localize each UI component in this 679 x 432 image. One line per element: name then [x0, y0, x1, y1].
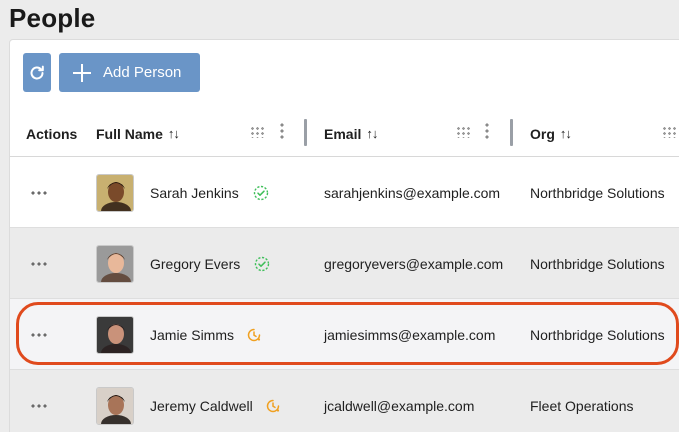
avatar-cell — [96, 228, 134, 299]
drag-handle-icon[interactable] — [250, 126, 264, 138]
org-cell: Northbridge Solutions — [530, 228, 665, 299]
pending-clock-icon — [266, 399, 279, 412]
person-email[interactable]: gregoryevers@example.com — [324, 256, 503, 272]
table-row[interactable]: Gregory Evers gregoryevers@example.com N… — [10, 228, 679, 299]
name-cell: Jamie Simms — [150, 299, 262, 370]
person-name[interactable]: Sarah Jenkins — [150, 185, 239, 201]
row-actions-cell — [30, 157, 48, 228]
add-person-button[interactable]: Add Person — [59, 53, 200, 92]
people-table-panel: Add Person Actions Full Name ↑↓ Email ↑↓… — [9, 39, 679, 432]
person-email[interactable]: jamiesimms@example.com — [324, 327, 495, 343]
refresh-icon — [30, 65, 44, 79]
column-header-org-label: Org — [530, 125, 555, 142]
column-header-actions: Actions — [26, 110, 77, 157]
column-menu-icon[interactable] — [485, 122, 489, 140]
org-cell: Northbridge Solutions — [530, 299, 665, 370]
person-email[interactable]: jcaldwell@example.com — [324, 398, 474, 414]
add-person-label: Add Person — [103, 64, 182, 81]
column-resize-handle[interactable] — [304, 119, 307, 146]
verified-badge-icon — [255, 256, 270, 271]
column-header-email-label: Email — [324, 125, 362, 142]
org-cell: Northbridge Solutions — [530, 157, 665, 228]
pending-clock-icon — [247, 328, 261, 341]
column-menu-icon[interactable] — [280, 122, 284, 140]
refresh-button[interactable] — [23, 53, 51, 92]
more-actions-icon[interactable] — [30, 332, 48, 337]
avatar — [96, 315, 134, 354]
avatar-cell — [96, 157, 134, 228]
sort-icon[interactable]: ↑↓ — [168, 126, 180, 141]
avatar — [96, 244, 134, 283]
page-title: People — [9, 3, 96, 33]
person-org: Fleet Operations — [530, 397, 634, 414]
toolbar: Add Person — [23, 53, 200, 92]
person-org: Northbridge Solutions — [530, 326, 665, 343]
row-actions-cell — [30, 370, 48, 432]
email-cell: jamiesimms@example.com — [324, 299, 495, 370]
more-actions-icon[interactable] — [30, 403, 48, 408]
person-name[interactable]: Jamie Simms — [150, 327, 234, 343]
status-indicator — [253, 185, 269, 201]
more-actions-icon[interactable] — [30, 190, 48, 195]
more-actions-icon[interactable] — [30, 261, 48, 266]
email-cell: sarahjenkins@example.com — [324, 157, 500, 228]
column-header-org[interactable]: Org ↑↓ — [530, 110, 572, 157]
person-org: Northbridge Solutions — [530, 184, 665, 201]
email-cell: gregoryevers@example.com — [324, 228, 503, 299]
table-row[interactable]: Jamie Simms jamiesimms@example.com North… — [10, 299, 679, 370]
person-org: Northbridge Solutions — [530, 255, 665, 272]
row-actions-cell — [30, 228, 48, 299]
sort-icon[interactable]: ↑↓ — [366, 126, 378, 141]
name-cell: Sarah Jenkins — [150, 157, 269, 228]
person-email[interactable]: sarahjenkins@example.com — [324, 185, 500, 201]
drag-handle-icon[interactable] — [662, 126, 676, 138]
name-cell: Gregory Evers — [150, 228, 270, 299]
name-cell: Jeremy Caldwell — [150, 370, 281, 432]
status-indicator — [265, 398, 281, 414]
status-indicator — [254, 256, 270, 272]
table-row[interactable]: Jeremy Caldwell jcaldwell@example.com Fl… — [10, 370, 679, 432]
person-name[interactable]: Jeremy Caldwell — [150, 398, 253, 414]
status-indicator — [246, 327, 262, 343]
email-cell: jcaldwell@example.com — [324, 370, 474, 432]
row-actions-cell — [30, 299, 48, 370]
table-row[interactable]: Sarah Jenkins sarahjenkins@example.com N… — [10, 157, 679, 228]
verified-badge-icon — [253, 185, 268, 200]
avatar — [96, 386, 134, 425]
org-cell: Fleet Operations — [530, 370, 634, 432]
column-header-full-name-label: Full Name — [96, 125, 163, 142]
avatar-cell — [96, 299, 134, 370]
column-header-email[interactable]: Email ↑↓ — [324, 110, 378, 157]
column-resize-handle[interactable] — [510, 119, 513, 146]
plus-icon — [73, 63, 91, 82]
table-header: Actions Full Name ↑↓ Email ↑↓ Org ↑↓ — [10, 110, 679, 157]
person-name[interactable]: Gregory Evers — [150, 256, 240, 272]
column-header-actions-label: Actions — [26, 125, 78, 142]
avatar — [96, 173, 134, 212]
sort-icon[interactable]: ↑↓ — [560, 126, 572, 141]
avatar-cell — [96, 370, 134, 432]
column-header-full-name[interactable]: Full Name ↑↓ — [96, 110, 180, 157]
drag-handle-icon[interactable] — [456, 126, 470, 138]
